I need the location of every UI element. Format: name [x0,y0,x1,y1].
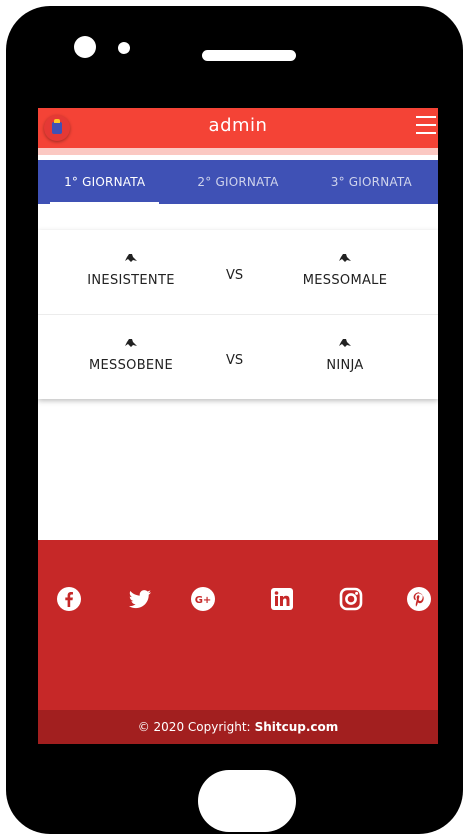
versus-label: VS [226,268,244,283]
page-title: admin [208,115,268,136]
tab-giornata-3[interactable]: 3° GIORNATA [305,160,438,204]
camera-icon [74,36,96,58]
match-list: INESISTENTE VS MESSOMALE MESSOBENE VS NI… [38,230,438,399]
google-plus-icon[interactable]: G+ [188,584,218,614]
team-name: MESSOMALE [302,273,388,288]
tab-giornata-1[interactable]: 1° GIORNATA [38,160,171,204]
home-team: INESISTENTE [66,248,196,288]
hamburger-icon[interactable] [416,116,436,134]
pinterest-icon[interactable] [404,584,434,614]
team-name: MESSOBENE [89,358,173,373]
page-footer: G+ [38,540,438,710]
social-links: G+ [38,584,438,614]
instagram-icon[interactable] [336,584,366,614]
versus-label: VS [226,353,244,368]
speaker-grille [202,50,296,61]
svg-text:G+: G+ [195,595,212,606]
header-divider [38,148,438,155]
match-row[interactable]: INESISTENTE VS MESSOMALE [38,230,438,315]
copyright-text: © 2020 Copyright: [137,720,251,734]
team-logo-icon [338,338,352,348]
team-name: NINJA [326,358,364,373]
match-row[interactable]: MESSOBENE VS NINJA [38,315,438,399]
sensor-icon [118,42,130,54]
team-logo-icon [124,338,138,348]
away-team: NINJA [280,333,410,373]
away-team: MESSOMALE [280,248,410,288]
linkedin-icon[interactable] [267,584,297,614]
twitter-icon[interactable] [125,584,155,614]
home-team: MESSOBENE [66,333,196,373]
facebook-icon[interactable] [54,584,84,614]
team-name: INESISTENTE [87,273,175,288]
copyright-bar: © 2020 Copyright: Shitcup.com [38,710,438,744]
tab-giornata-2[interactable]: 2° GIORNATA [171,160,304,204]
matchday-tabs: 1° GIORNATA 2° GIORNATA 3° GIORNATA [38,160,438,204]
team-logo-icon [124,253,138,263]
team-logo-icon [338,253,352,263]
copyright-site-link[interactable]: Shitcup.com [255,720,339,734]
main-content: INESISTENTE VS MESSOMALE MESSOBENE VS NI… [38,204,438,540]
app-screen: admin 1° GIORNATA 2° GIORNATA 3° GIORNAT… [38,108,438,744]
home-button[interactable] [198,770,296,832]
app-header: admin [38,108,438,148]
